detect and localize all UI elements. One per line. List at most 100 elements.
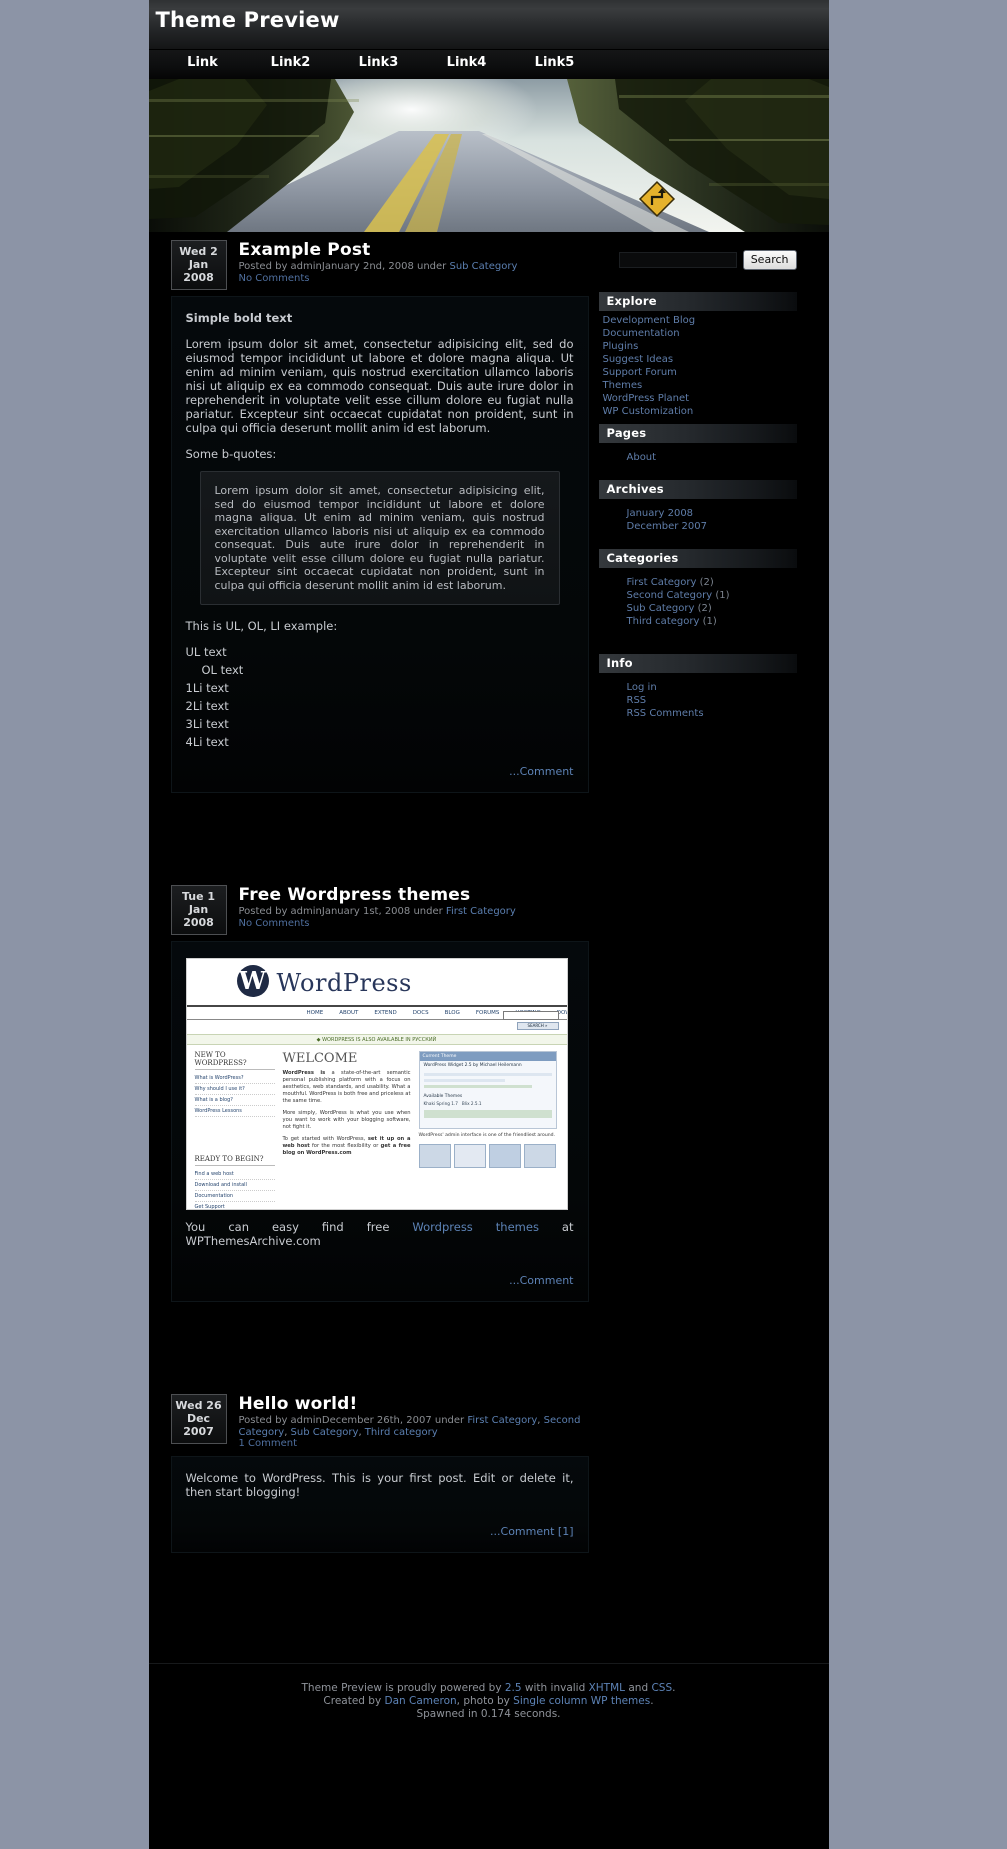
explore-link-plugins[interactable]: Plugins [603,341,639,352]
footer-photo-link[interactable]: Single column WP themes [513,1695,650,1707]
category-link-first-category[interactable]: First Category [627,577,697,588]
post-quote-intro: Some b-quotes: [185,447,277,461]
list-item: First Category (2) [599,576,797,589]
post-title-link[interactable]: Free Wordpress themes [239,885,471,905]
wp-nav-item: ABOUT [339,1010,359,1016]
search-button[interactable]: Search [742,250,797,270]
post-category-link[interactable]: Third category [365,1427,438,1438]
list-item-ul: UL text [185,645,227,659]
explore-link-wordpress-planet[interactable]: WordPress Planet [603,393,690,404]
page-link-about[interactable]: About [627,452,657,463]
footer-invalid-text: with invalid [521,1681,589,1694]
nav-link-2[interactable]: Link2 [247,50,335,70]
wp-shot-link: WordPress Lessons [194,1106,275,1117]
list-item: 2Li text [185,699,229,713]
post-comments-link[interactable]: No Comments [239,273,310,284]
list-item: 4Li text [185,735,229,749]
post-comment-link[interactable]: ...Comment [1] [490,1525,573,1538]
post-free-wordpress-themes: Tue 1 Jan 2008 Free Wordpress themes Pos… [170,885,589,1302]
list-item: WordPress Planet [599,392,797,405]
footer-period-2: . [650,1694,654,1707]
post-meta-author-date: Posted by adminJanuary 1st, 2008 under [238,906,446,917]
list-item: Third category (1) [599,615,797,628]
search-input[interactable] [618,252,737,268]
explore-link-development-blog[interactable]: Development Blog [603,315,696,326]
explore-link-suggest-ideas[interactable]: Suggest Ideas [603,354,674,365]
widget-title-info: Info [598,654,797,673]
site-footer: Theme Preview is proudly powered by 2.5 … [148,1662,829,1743]
post-ordered-list: OL text [186,661,574,679]
nav-link-4[interactable]: Link4 [423,50,511,70]
nav-link-1[interactable]: Link [159,50,247,70]
footer-css-link[interactable]: CSS [651,1682,672,1694]
wp-nav-item: HOME [306,1010,324,1016]
list-item: RSS Comments [599,707,797,720]
footer-xhtml-link[interactable]: XHTML [589,1682,625,1694]
archive-link-january-2008[interactable]: January 2008 [627,508,694,519]
explore-link-themes[interactable]: Themes [603,380,643,391]
post-meta: Posted by adminDecember 26th, 2007 under… [238,1415,581,1449]
wp-shot-thumb [418,1144,451,1168]
post-date-day: Wed 2 [179,245,218,258]
post-heading-block: Hello world! Posted by adminDecember 26t… [227,1394,584,1450]
list-item: December 2007 [599,520,797,533]
post-heading-block: Free Wordpress themes Posted by adminJan… [227,885,516,929]
info-link-rss-comments[interactable]: RSS Comments [627,708,704,719]
nav-item: Link5 [511,50,599,70]
post-title: Hello world! [239,1395,584,1414]
list-item: Log in [599,681,797,694]
footer-version-link[interactable]: 2.5 [505,1682,522,1694]
list-item: RSS [599,694,797,707]
archive-link-december-2007[interactable]: December 2007 [627,521,707,532]
wordpress-wordmark: WordPress [276,969,412,997]
post-date-year: 2008 [183,916,214,929]
widget-title-categories: Categories [598,549,797,568]
wp-shot-admin-panel: Current Theme WordPress Widget 2.5 by Mi… [418,1051,557,1129]
info-link-rss[interactable]: RSS [627,695,647,706]
nav-link-5[interactable]: Link5 [511,50,599,70]
category-link-third-category[interactable]: Third category [627,616,700,627]
info-link-log-in[interactable]: Log in [627,682,657,693]
wp-shot-link: What is a blog? [194,1095,275,1106]
wp-nav-item: BLOG [444,1010,460,1016]
post-category-link[interactable]: Sub Category [291,1427,359,1438]
categories-list: First Category (2) Second Category (1) S… [599,571,797,628]
post-category-link[interactable]: First Category [446,906,516,917]
archives-list: January 2008 December 2007 [599,502,797,533]
post-date-month: Jan [188,258,209,271]
forest-road-photo [148,79,829,232]
post-title-link[interactable]: Hello world! [239,1394,358,1414]
footer-and: and [625,1681,652,1694]
post-comment-link[interactable]: ...Comment [509,1274,573,1287]
widget-archives: Archives January 2008 December 2007 [598,480,797,533]
nav-link-3[interactable]: Link3 [335,50,423,70]
category-link-sub-category[interactable]: Sub Category [627,603,695,614]
post-comments-link[interactable]: No Comments [239,918,310,929]
sidebar: Search Explore Development Blog Document… [589,240,807,726]
post-title-link[interactable]: Example Post [239,240,371,260]
list-item: Plugins [599,340,797,353]
post-comments-link[interactable]: 1 Comment [239,1438,298,1449]
wp-shot-theme-b: Blix 2.5.1 [461,1101,482,1106]
post-comments-meta: No Comments [239,273,310,284]
post-meta-author-date: Posted by adminJanuary 2nd, 2008 under [238,261,450,272]
explore-list: Development Blog Documentation Plugins S… [599,314,797,418]
explore-link-documentation[interactable]: Documentation [603,328,680,339]
category-link-second-category[interactable]: Second Category [627,590,713,601]
footer-photo-by: , photo by [456,1694,514,1707]
post-heading-block: Example Post Posted by adminJanuary 2nd,… [227,240,518,284]
wp-shot-theme-a: Khaki Spring 1.7 [423,1101,458,1106]
wordpress-themes-link[interactable]: Wordpress themes [412,1220,539,1234]
post-comment-link[interactable]: ...Comment [509,765,573,778]
nav-item: Link [159,50,247,70]
pages-list: About [599,446,797,464]
post-category-link[interactable]: First Category [467,1415,537,1426]
post-category-link[interactable]: Sub Category [449,261,517,272]
wp-shot-panel-title: WordPress Widget 2.5 by Michael Heileman… [423,1063,522,1068]
post-date-month: Dec [186,1412,211,1425]
page-title: Theme Preview [155,8,340,32]
explore-link-wp-customization[interactable]: WP Customization [603,406,694,417]
footer-line-2: Created by Dan Cameron, photo by Single … [149,1695,829,1708]
explore-link-support-forum[interactable]: Support Forum [603,367,677,378]
footer-author-link[interactable]: Dan Cameron [385,1695,457,1707]
